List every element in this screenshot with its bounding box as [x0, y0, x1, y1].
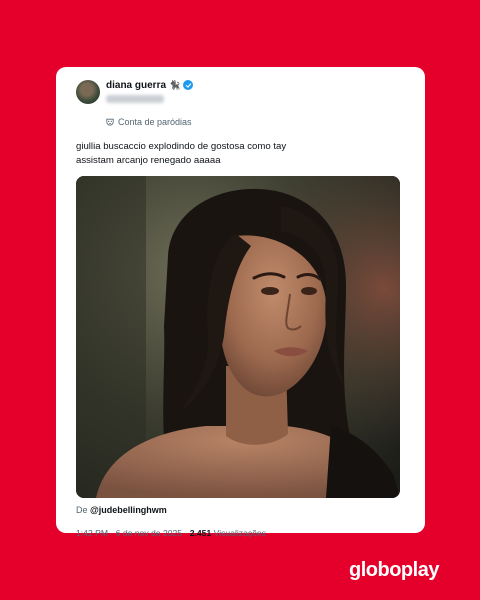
meta-separator: ·: [108, 527, 116, 538]
name-row: diana guerra 🐈‍⬛: [106, 78, 194, 92]
meta-separator: ·: [182, 527, 190, 538]
source-user-link[interactable]: @judebellinghwm: [90, 505, 167, 515]
parody-mask-icon: [106, 118, 114, 126]
post-date[interactable]: 6 de nov de 2025: [116, 528, 182, 538]
parody-label-text: Conta de paródias: [118, 116, 192, 127]
verified-badge-icon: [183, 80, 194, 90]
globoplay-logo: globoplay: [349, 559, 439, 581]
source-line: De @judebellinghwm: [76, 505, 405, 519]
blurred-handle: [106, 95, 164, 103]
display-name[interactable]: diana guerra: [106, 80, 166, 91]
tweet-meta: 1:42 PM · 6 de nov de 2025 · 2.451 Visua…: [76, 528, 405, 538]
views-count: 2.451: [189, 527, 212, 538]
tweet-card: diana guerra 🐈‍⬛ Conta de paródias giull…: [56, 67, 425, 538]
tweet-media-image[interactable]: [76, 175, 400, 498]
parody-account-label: Conta de paródias: [106, 116, 405, 128]
source-prefix: De: [76, 504, 88, 515]
avatar[interactable]: [76, 80, 100, 104]
tweet-text: giullia buscaccio explodindo de gostosa …: [76, 140, 287, 166]
cat-emoji: 🐈‍⬛: [169, 79, 181, 90]
post-time[interactable]: 1:42 PM: [76, 528, 108, 538]
portrait-photo: [76, 175, 400, 498]
author-info: diana guerra 🐈‍⬛: [106, 78, 194, 103]
tweet-header: diana guerra 🐈‍⬛: [76, 78, 405, 116]
views-label: Visualizações: [211, 527, 267, 538]
